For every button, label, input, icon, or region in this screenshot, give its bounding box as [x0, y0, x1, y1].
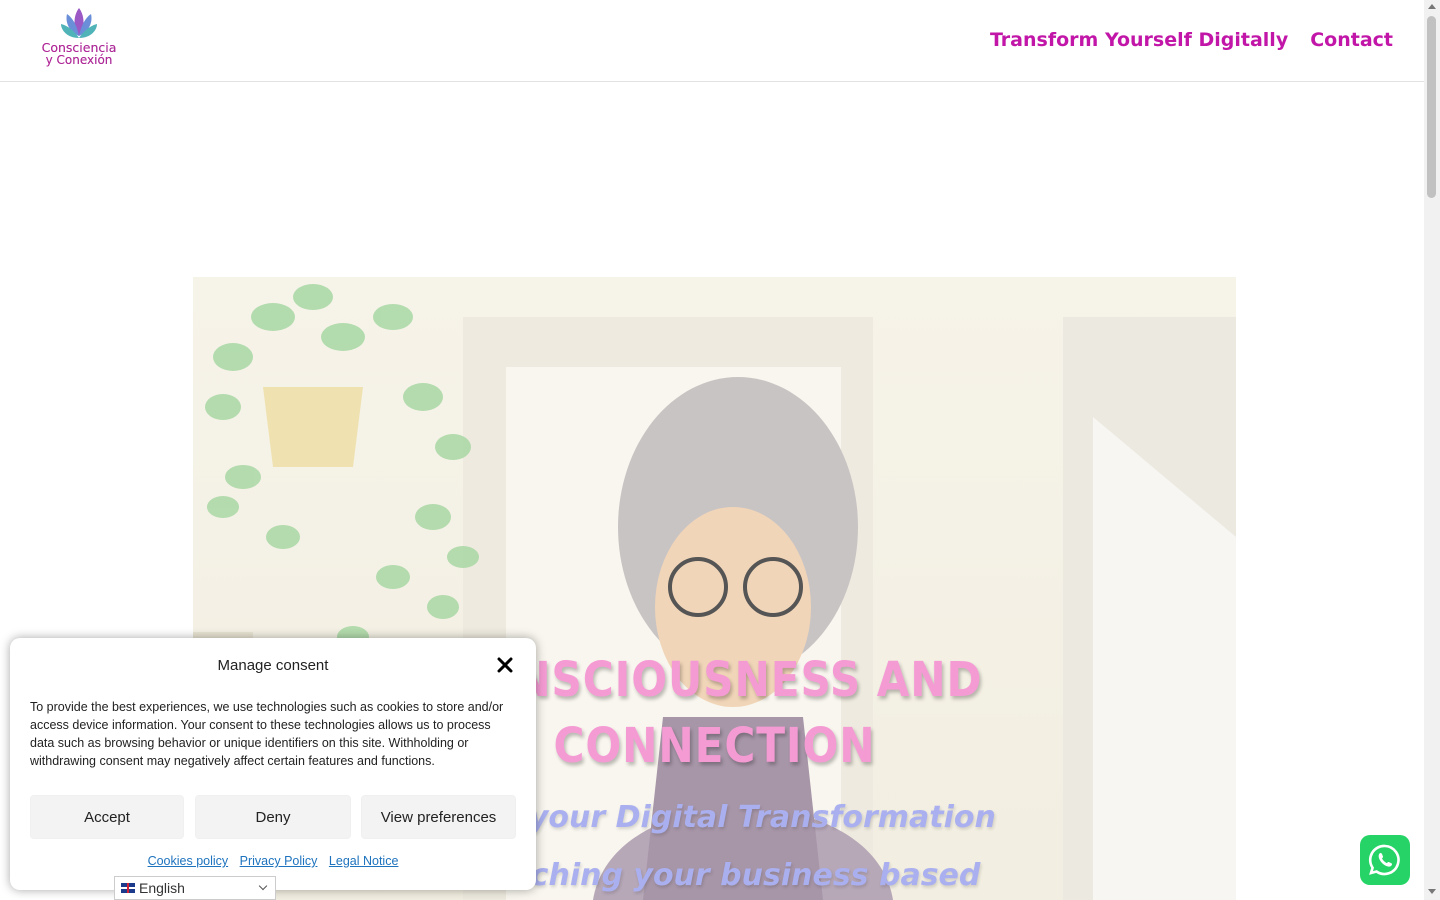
uk-flag-icon [121, 883, 135, 893]
cookies-policy-link[interactable]: Cookies policy [148, 854, 229, 868]
logo-text: Consciencia y Conexión [36, 41, 122, 67]
consent-links: Cookies policy Privacy Policy Legal Noti… [10, 854, 536, 868]
language-selector[interactable]: English [114, 876, 276, 900]
chevron-down-icon [258, 881, 268, 891]
scroll-up-arrow-icon[interactable] [1428, 4, 1436, 9]
accept-button[interactable]: Accept [30, 795, 184, 839]
consent-body-text: To provide the best experiences, we use … [30, 700, 504, 768]
deny-button[interactable]: Deny [195, 795, 351, 839]
page-scrollbar[interactable] [1424, 0, 1440, 900]
language-selected: English [139, 880, 185, 896]
scrollbar-thumb[interactable] [1427, 16, 1436, 198]
scroll-down-arrow-icon[interactable] [1428, 889, 1436, 894]
legal-notice-link[interactable]: Legal Notice [329, 854, 399, 868]
view-preferences-button[interactable]: View preferences [361, 795, 516, 839]
consent-title: Manage consent [217, 657, 329, 674]
lotus-icon [61, 8, 97, 38]
close-icon[interactable] [496, 656, 514, 674]
privacy-policy-link[interactable]: Privacy Policy [240, 854, 318, 868]
site-header: Consciencia y Conexión Transform Yoursel… [0, 0, 1424, 82]
logo-line2: y Conexión [45, 53, 113, 67]
main-nav: Transform Yourself Digitally Contact [990, 29, 1393, 51]
nav-transform-yourself-digitally[interactable]: Transform Yourself Digitally [990, 29, 1288, 51]
whatsapp-icon [1368, 844, 1400, 876]
cookie-consent-dialog: Manage consent To provide the best exper… [10, 638, 536, 890]
nav-contact[interactable]: Contact [1310, 29, 1393, 51]
whatsapp-chat-button[interactable] [1360, 835, 1410, 885]
site-logo[interactable]: Consciencia y Conexión [36, 6, 122, 74]
